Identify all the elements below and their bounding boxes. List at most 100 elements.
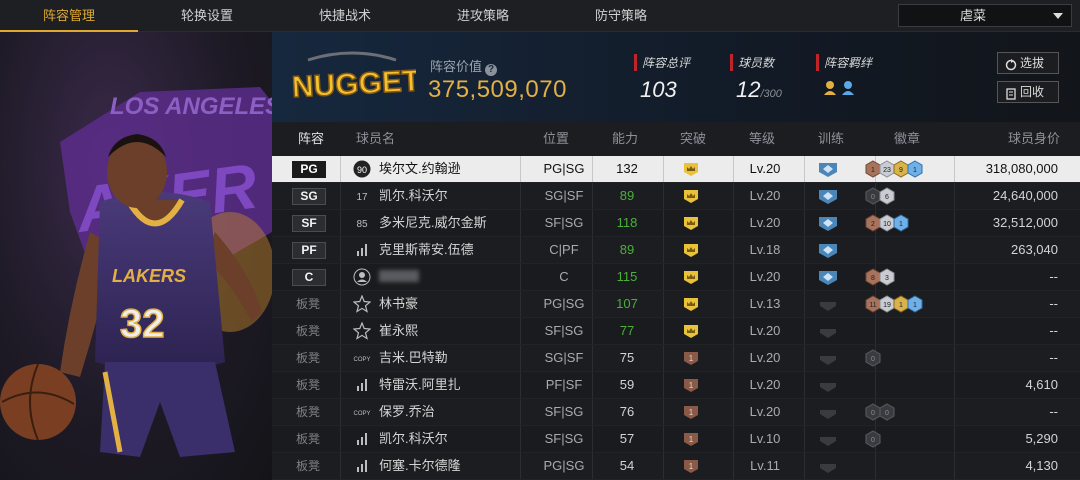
player-name[interactable]: 特雷沃.阿里扎 [379, 372, 461, 398]
column-divider [733, 372, 734, 398]
player-name[interactable]: 保罗.乔治 [379, 399, 435, 425]
column-divider [340, 210, 341, 236]
training-icon[interactable] [818, 323, 838, 340]
recycle-button[interactable]: 回收 [997, 81, 1059, 103]
column-divider [520, 264, 521, 290]
jersey-number: 17 [356, 192, 368, 203]
table-row[interactable]: 板凳 凯尔.科沃尔 SF|SG 57 1 Lv.10 0 5,290 [272, 426, 1080, 453]
jersey-number: 90 [357, 165, 367, 175]
col-position[interactable]: 位置 [543, 122, 569, 156]
player-name[interactable]: 凯尔.科沃尔 [379, 426, 448, 452]
table-row[interactable]: 板凳 COPY 吉米.巴特勒 SG|SF 75 1 Lv.20 0 -- [272, 345, 1080, 372]
table-row[interactable]: 板凳 COPY 保罗.乔治 SF|SG 76 1 Lv.20 0 0 -- [272, 399, 1080, 426]
training-icon[interactable] [818, 161, 838, 178]
column-divider [954, 318, 955, 344]
training-icon[interactable] [818, 215, 838, 232]
crown-icon [684, 298, 698, 311]
column-divider [954, 399, 955, 425]
col-level[interactable]: 等级 [749, 122, 775, 156]
player-name[interactable]: 克里斯蒂安.伍德 [379, 237, 474, 263]
player-ability: 76 [619, 404, 635, 419]
table-row[interactable]: SF 85 多米尼克.威尔金斯 SF|SG 118 Lv.20 2 10 1 32,512,000 [272, 210, 1080, 237]
slot-badge[interactable]: C [292, 269, 326, 286]
bond-blue-icon [842, 81, 854, 95]
table-row[interactable]: 板凳 何塞.卡尔德隆 PG|SG 54 1 Lv.11 4,130 [272, 453, 1080, 480]
col-player-value[interactable]: 球员身价 [1008, 122, 1060, 156]
tab-defense-strategy[interactable]: 防守策略 [552, 0, 690, 32]
badge-count: 0 [871, 194, 875, 201]
column-divider [520, 291, 521, 317]
table-row[interactable]: 板凳 林书豪 PG|SG 107 Lv.13 11 19 1 1 -- [272, 291, 1080, 318]
player-position: PF|SF [545, 377, 583, 392]
player-name[interactable]: 何塞.卡尔德隆 [379, 453, 461, 479]
player-value: 263,040 [1011, 242, 1058, 257]
pick-button-label: 选拔 [1020, 56, 1045, 70]
player-ability: 77 [619, 323, 635, 338]
pick-button[interactable]: 选拔 [997, 52, 1059, 74]
bond-icons[interactable] [816, 79, 872, 102]
copy-icon: COPY [353, 411, 370, 417]
tab-lineup-management[interactable]: 阵容管理 [0, 0, 138, 32]
jersey-text: LAKERS [112, 266, 186, 286]
column-divider [804, 237, 805, 263]
tab-quick-tactics[interactable]: 快捷战术 [276, 0, 414, 32]
badge-count: 0 [871, 410, 875, 417]
table-row[interactable]: 板凳 崔永熙 SF|SG 77 Lv.20 -- [272, 318, 1080, 345]
col-breakthrough[interactable]: 突破 [680, 122, 706, 156]
player-name[interactable]: 吉米.巴特勒 [379, 345, 448, 371]
table-row[interactable]: PG 90 埃尔文.约翰逊 PG|SG 132 Lv.20 1 23 9 1 318,080,000 [272, 156, 1080, 183]
column-divider [954, 345, 955, 371]
slot-badge[interactable]: PG [292, 161, 326, 178]
player-name[interactable]: 多米尼克.威尔金斯 [379, 210, 487, 236]
col-lineup[interactable]: 阵容 [298, 122, 324, 156]
training-icon[interactable] [818, 296, 838, 313]
column-divider [592, 183, 593, 209]
col-badges[interactable]: 徽章 [894, 122, 920, 156]
training-icon[interactable] [818, 404, 838, 421]
bench-label: 板凳 [296, 297, 321, 311]
lineup-value-label-text: 阵容价值 [430, 59, 483, 74]
tab-offense-strategy[interactable]: 进攻策略 [414, 0, 552, 32]
player-name[interactable]: 崔永熙 [379, 318, 418, 344]
column-divider [733, 399, 734, 425]
table-row[interactable]: 板凳 特雷沃.阿里扎 PF|SF 59 1 Lv.20 4,610 [272, 372, 1080, 399]
training-icon[interactable] [818, 269, 838, 286]
bench-label: 板凳 [296, 405, 321, 419]
breakthrough-num: 1 [689, 354, 694, 363]
player-name[interactable]: 凯尔.科沃尔 [379, 183, 448, 209]
lineup-dropdown[interactable]: 虐菜 [898, 4, 1072, 27]
breakthrough-badge-icon: 1 [684, 352, 698, 365]
player-position: C [559, 269, 569, 284]
column-divider [733, 183, 734, 209]
player-name[interactable] [379, 264, 419, 290]
column-divider [954, 183, 955, 209]
badge-blue-icon: 1 [907, 295, 923, 313]
signal-bars-icon [357, 433, 367, 445]
training-icon[interactable] [818, 377, 838, 394]
player-name[interactable]: 埃尔文.约翰逊 [379, 156, 461, 182]
col-training[interactable]: 训练 [818, 122, 844, 156]
player-ability: 57 [619, 431, 635, 446]
player-position: SF|SG [544, 215, 584, 230]
column-divider [663, 453, 664, 479]
slot-badge[interactable]: SF [292, 215, 326, 232]
training-icon[interactable] [818, 242, 838, 259]
slot-badge[interactable]: PF [292, 242, 326, 259]
player-ability: 107 [616, 296, 638, 311]
slot-badge[interactable]: SG [292, 188, 326, 205]
training-icon[interactable] [818, 350, 838, 367]
player-name[interactable]: 林书豪 [379, 291, 418, 317]
table-row[interactable]: C C 115 Lv.20 8 3 -- [272, 264, 1080, 291]
training-icon[interactable] [818, 431, 838, 448]
table-row[interactable]: PF 克里斯蒂安.伍德 C|PF 89 Lv.18 263,040 [272, 237, 1080, 264]
training-icon[interactable] [818, 458, 838, 475]
tab-rotation-settings[interactable]: 轮换设置 [138, 0, 276, 32]
column-divider [340, 372, 341, 398]
col-ability[interactable]: 能力 [612, 122, 638, 156]
crown-icon [684, 325, 698, 338]
table-row[interactable]: SG 17 凯尔.科沃尔 SG|SF 89 Lv.20 0 6 24,640,000 [272, 183, 1080, 210]
column-divider [592, 291, 593, 317]
help-icon[interactable]: ? [485, 64, 498, 76]
training-icon[interactable] [818, 188, 838, 205]
col-player-name[interactable]: 球员名 [356, 122, 395, 156]
